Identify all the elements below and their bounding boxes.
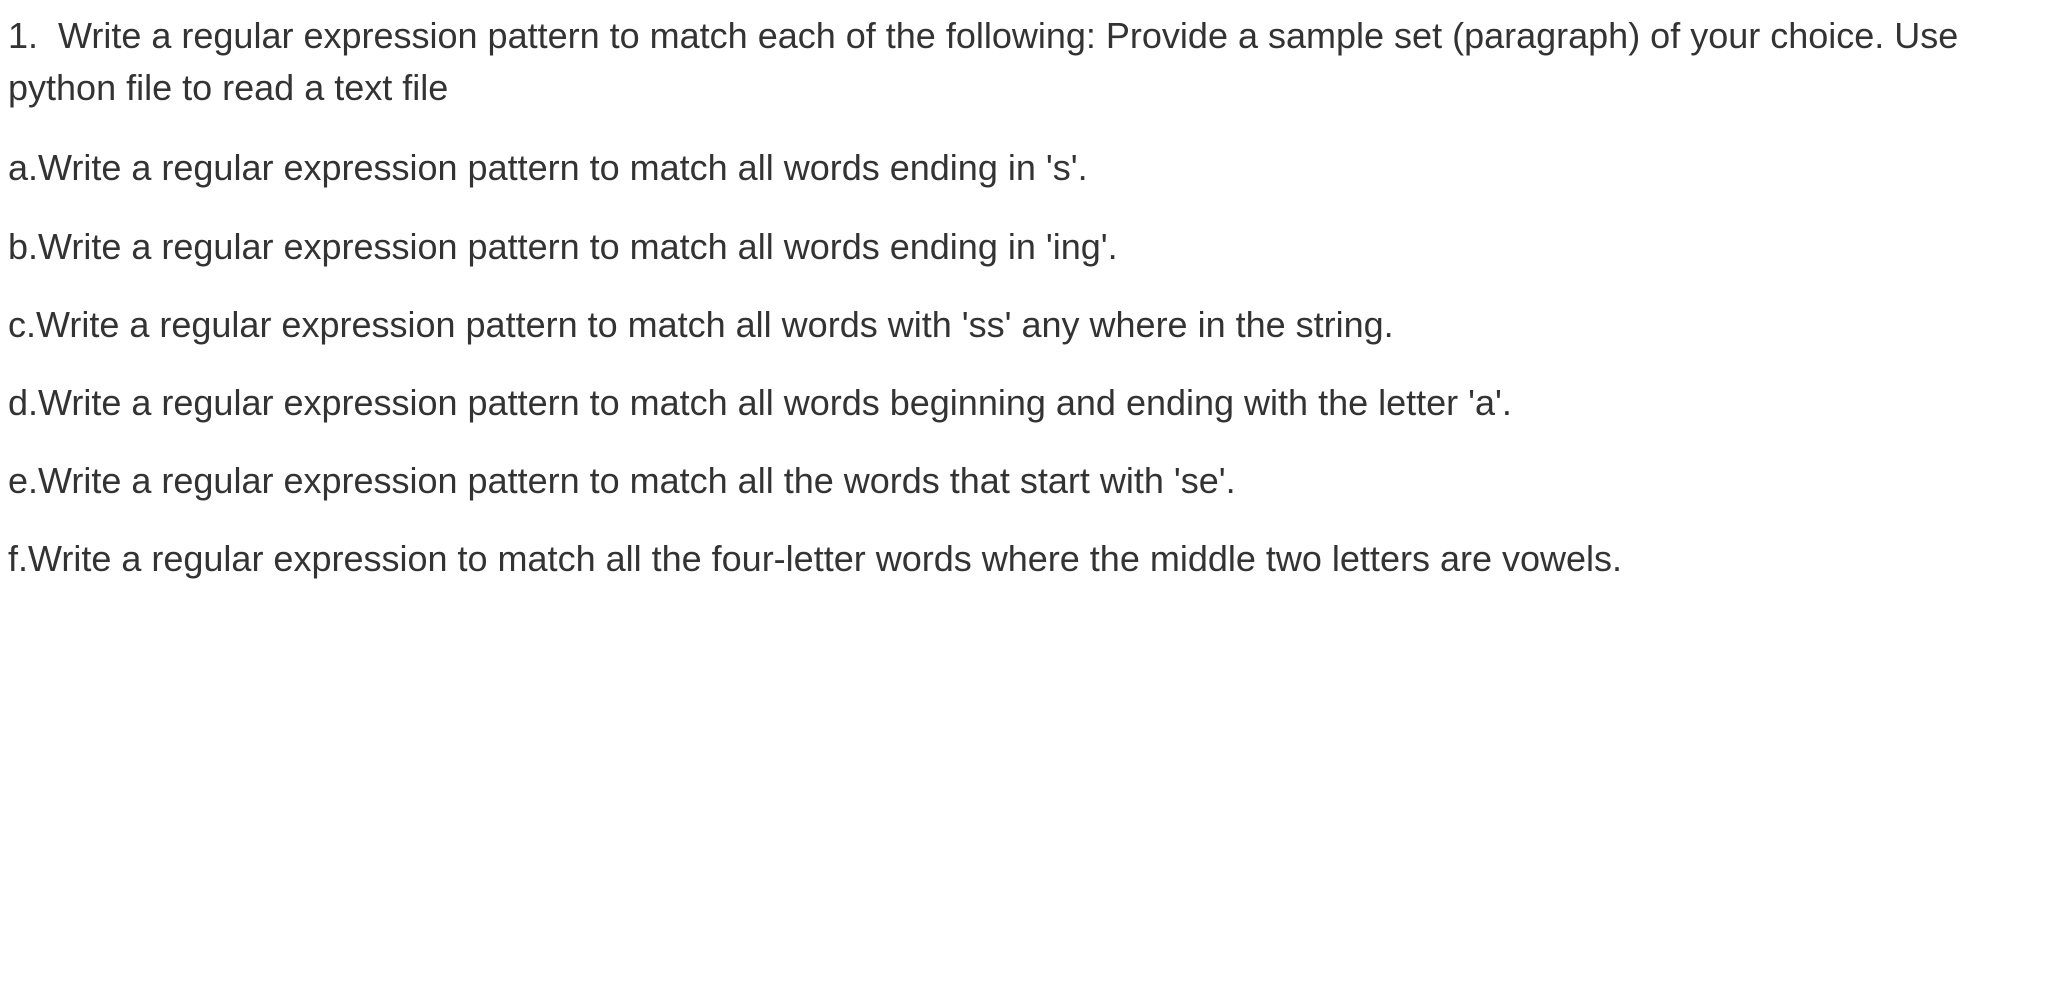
question-part-f: f.Write a regular expression to match al… (8, 533, 2038, 585)
question-intro: 1. Write a regular expression pattern to… (8, 10, 2038, 114)
question-part-e: e.Write a regular expression pattern to … (8, 455, 2038, 507)
question-part-c: c.Write a regular expression pattern to … (8, 299, 2038, 351)
question-part-d: d.Write a regular expression pattern to … (8, 377, 2038, 429)
question-part-b: b.Write a regular expression pattern to … (8, 221, 2038, 273)
question-part-a: a.Write a regular expression pattern to … (8, 142, 2038, 194)
